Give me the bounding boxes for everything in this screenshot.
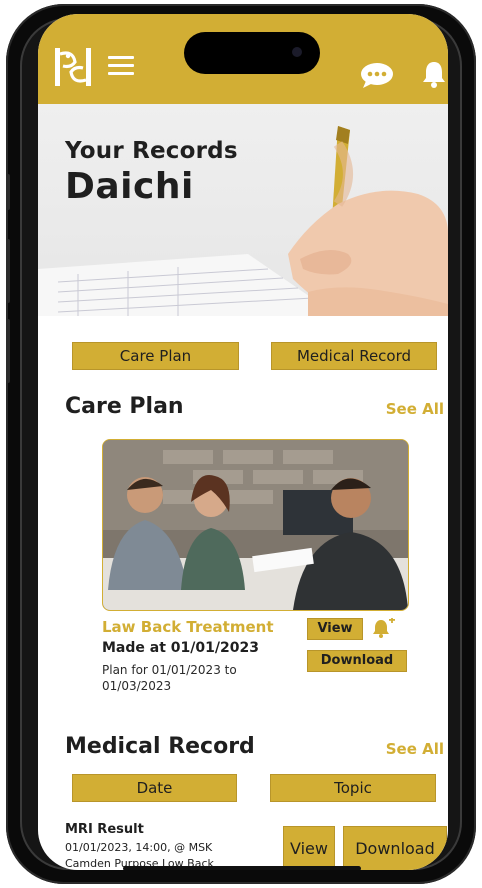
care-plan-card-title[interactable]: Law Back Treatment (102, 618, 274, 636)
tab-care-plan[interactable]: Care Plan (72, 342, 239, 370)
record-meta-line: 01/01/2023, 14:00, @ MSK (65, 841, 213, 854)
care-plan-download-button[interactable]: Download (307, 650, 407, 672)
bell-icon[interactable] (422, 60, 446, 88)
home-indicator[interactable] (123, 866, 361, 870)
app-header (38, 14, 448, 104)
chat-icon[interactable] (360, 62, 394, 88)
logo-icon[interactable] (53, 46, 93, 88)
care-plan-made-date: Made at 01/01/2023 (102, 640, 259, 656)
record-download-button[interactable]: Download (343, 826, 447, 870)
care-plan-period: Plan for 01/01/2023 to 01/03/2023 (102, 663, 237, 693)
care-plan-view-button[interactable]: View (307, 618, 363, 640)
speaker-grille (229, 6, 253, 21)
care-plan-card-image[interactable] (102, 439, 409, 611)
side-button-volume-down (6, 319, 10, 383)
meeting-photo (103, 440, 408, 610)
side-button-volume-up (6, 239, 10, 303)
column-header-topic[interactable]: Topic (270, 774, 436, 802)
hero-title: Your Records (65, 138, 238, 164)
record-title: MRI Result (65, 822, 144, 837)
hero-banner: Your Records Daichi (38, 104, 448, 316)
menu-icon[interactable] (108, 56, 134, 78)
tab-medical-record[interactable]: Medical Record (271, 342, 437, 370)
hero-image (38, 126, 448, 316)
side-button-mute (6, 174, 10, 210)
medical-record-see-all-link[interactable]: See All (386, 740, 444, 758)
hero-user-name: Daichi (65, 166, 194, 207)
medical-record-heading: Medical Record (65, 734, 255, 759)
column-header-date[interactable]: Date (72, 774, 237, 802)
care-plan-heading: Care Plan (65, 394, 184, 419)
care-plan-see-all-link[interactable]: See All (386, 400, 444, 418)
camera-notch (184, 32, 320, 74)
bell-plus-icon[interactable] (372, 618, 396, 638)
app-screen: Your Records Daichi Care Plan Medical Re… (38, 14, 448, 870)
record-view-button[interactable]: View (283, 826, 335, 870)
